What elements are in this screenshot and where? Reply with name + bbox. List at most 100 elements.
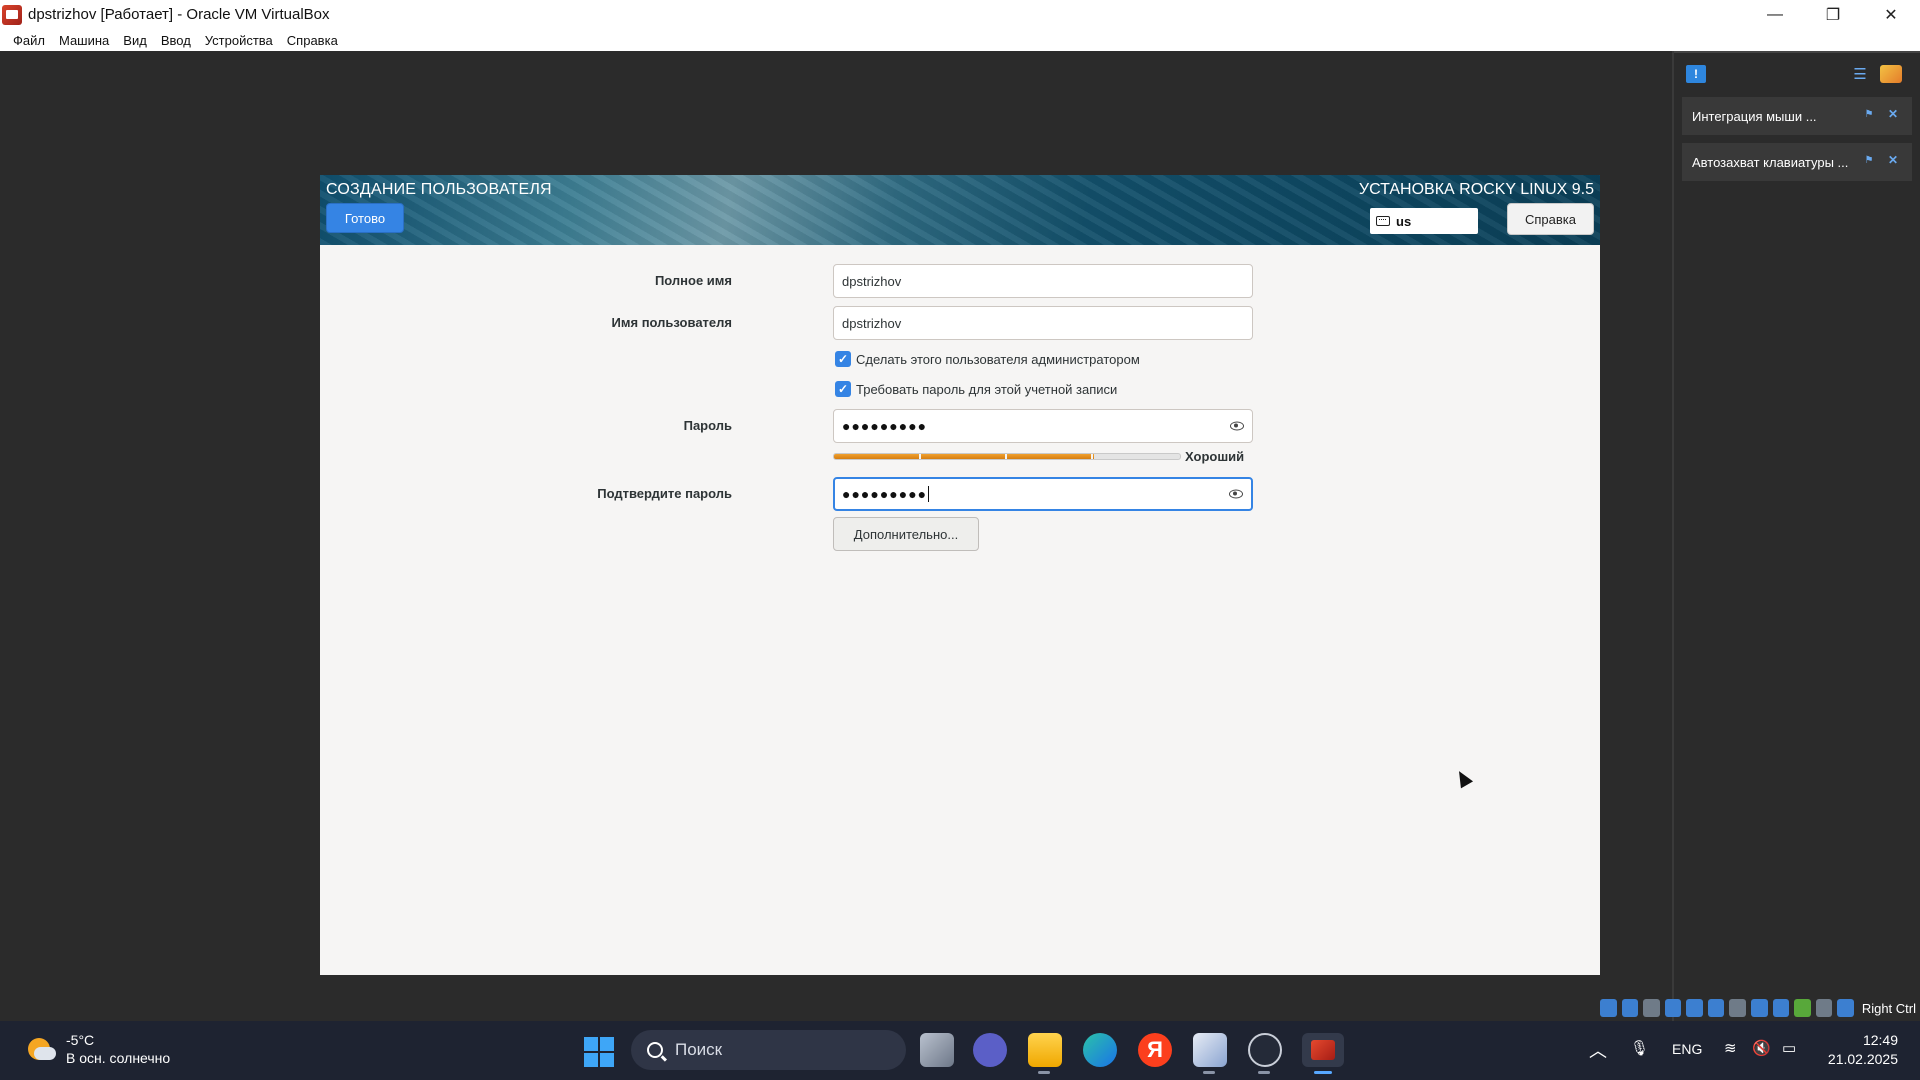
password-field[interactable]: ●●●●●●●●● bbox=[833, 409, 1253, 443]
weather-widget[interactable]: -5°C В осн. солнечно bbox=[26, 1031, 170, 1067]
app-running-indicator bbox=[1258, 1071, 1270, 1074]
menu-help[interactable]: Справка bbox=[280, 33, 345, 48]
keyboard-capture-icon[interactable] bbox=[1837, 999, 1854, 1017]
cpu-activity-icon[interactable] bbox=[1794, 999, 1811, 1017]
notification-icon[interactable]: ! bbox=[1686, 65, 1706, 83]
pin-icon[interactable]: ⚑ bbox=[1864, 155, 1874, 166]
virtualbox-vm-icon[interactable] bbox=[1302, 1033, 1344, 1067]
file-explorer-icon[interactable] bbox=[1028, 1033, 1062, 1067]
edge-icon[interactable] bbox=[1083, 1033, 1117, 1067]
menu-bar: Файл Машина Вид Ввод Устройства Справка bbox=[0, 29, 1920, 51]
virtualbox-manager-icon[interactable] bbox=[1193, 1033, 1227, 1067]
fullname-label: Полное имя bbox=[654, 273, 732, 288]
advanced-button[interactable]: Дополнительно... bbox=[833, 517, 979, 551]
fullname-field[interactable]: dpstrizhov bbox=[833, 264, 1253, 298]
password-strength-fill bbox=[834, 454, 1094, 459]
hard-disk-icon[interactable] bbox=[1600, 999, 1617, 1017]
help-button[interactable]: Справка bbox=[1507, 203, 1594, 235]
network-icon[interactable] bbox=[1664, 999, 1682, 1017]
close-icon[interactable]: ✕ bbox=[1888, 153, 1898, 167]
installer-header: СОЗДАНИЕ ПОЛЬЗОВАТЕЛЯ Готово УСТАНОВКА R… bbox=[320, 175, 1600, 245]
search-icon bbox=[647, 1042, 663, 1058]
password-strength-label: Хороший bbox=[1185, 449, 1245, 464]
admin-checkbox-label: Сделать этого пользователя администратор… bbox=[856, 351, 1140, 367]
yandex-browser-icon[interactable]: Я bbox=[1138, 1033, 1172, 1067]
window-titlebar[interactable]: dpstrizhov [Работает] - Oracle VM Virtua… bbox=[0, 0, 1920, 29]
fullname-value: dpstrizhov bbox=[842, 273, 902, 289]
notification-text: Интеграция мыши ... bbox=[1692, 108, 1817, 124]
pin-icon[interactable]: ⚑ bbox=[1864, 109, 1874, 120]
vm-status-bar: Right Ctrl bbox=[1600, 996, 1920, 1020]
teams-icon[interactable] bbox=[973, 1033, 1007, 1067]
menu-input[interactable]: Ввод bbox=[154, 33, 198, 48]
show-confirm-password-icon[interactable] bbox=[1229, 489, 1243, 499]
taskbar-search[interactable]: Поиск bbox=[631, 1030, 906, 1070]
volume-muted-icon[interactable]: 🔇 bbox=[1752, 1039, 1771, 1057]
clock-time: 12:49 bbox=[1862, 1032, 1898, 1048]
confirm-password-label: Подтвердите пароль bbox=[597, 486, 732, 501]
product-title: УСТАНОВКА ROCKY LINUX 9.5 bbox=[1358, 181, 1594, 198]
require-password-label: Требовать пароль для этой учетной записи bbox=[856, 381, 1118, 397]
done-button[interactable]: Готово bbox=[326, 203, 404, 233]
clear-all-icon[interactable] bbox=[1880, 65, 1902, 83]
sort-icon[interactable]: ☰ bbox=[1850, 65, 1870, 83]
close-button[interactable]: ✕ bbox=[1862, 0, 1920, 29]
clock-date: 21.02.2025 bbox=[1827, 1051, 1898, 1067]
usb-icon[interactable] bbox=[1686, 999, 1703, 1017]
keyboard-layout-label: us bbox=[1396, 213, 1412, 229]
notification-item[interactable]: Автозахват клавиатуры ... ⚑ ✕ bbox=[1682, 143, 1912, 181]
menu-view[interactable]: Вид bbox=[116, 33, 154, 48]
window-controls: — ❐ ✕ bbox=[1746, 0, 1920, 29]
vm-display[interactable]: СОЗДАНИЕ ПОЛЬЗОВАТЕЛЯ Готово УСТАНОВКА R… bbox=[0, 51, 1672, 1021]
weather-temperature: -5°C bbox=[66, 1032, 95, 1048]
require-password-checkbox[interactable]: ✓ bbox=[835, 381, 851, 397]
notification-text: Автозахват клавиатуры ... bbox=[1692, 154, 1849, 170]
battery-icon[interactable]: ▭ bbox=[1782, 1039, 1796, 1057]
task-view-icon[interactable] bbox=[920, 1033, 954, 1067]
wifi-icon[interactable]: ≋ bbox=[1724, 1039, 1737, 1057]
display-icon[interactable] bbox=[1729, 999, 1746, 1017]
username-value: dpstrizhov bbox=[842, 315, 902, 331]
password-label: Пароль bbox=[683, 418, 732, 433]
admin-checkbox-row[interactable]: ✓ Сделать этого пользователя администрат… bbox=[835, 351, 1140, 367]
strength-divider bbox=[1005, 454, 1007, 459]
confirm-password-field[interactable]: ●●●●●●●●● bbox=[833, 477, 1253, 511]
keyboard-layout-indicator[interactable]: us bbox=[1370, 208, 1478, 234]
installer-window: СОЗДАНИЕ ПОЛЬЗОВАТЕЛЯ Готово УСТАНОВКА R… bbox=[320, 175, 1600, 975]
recording-icon[interactable] bbox=[1751, 999, 1768, 1017]
require-password-checkbox-row[interactable]: ✓ Требовать пароль для этой учетной запи… bbox=[835, 381, 1117, 397]
notification-toolbar: ! ☰ bbox=[1674, 51, 1920, 93]
menu-file[interactable]: Файл bbox=[6, 33, 52, 48]
optical-drive-icon[interactable] bbox=[1621, 999, 1639, 1017]
notification-item[interactable]: Интеграция мыши ... ⚑ ✕ bbox=[1682, 97, 1912, 135]
strength-divider bbox=[1091, 454, 1093, 459]
app-active-indicator bbox=[1314, 1071, 1332, 1074]
start-button[interactable] bbox=[584, 1037, 614, 1067]
language-indicator[interactable]: ENG bbox=[1672, 1041, 1702, 1057]
admin-checkbox[interactable]: ✓ bbox=[835, 351, 851, 367]
search-placeholder: Поиск bbox=[675, 1040, 723, 1059]
notification-center: ! ☰ Интеграция мыши ... ⚑ ✕ Автозахват к… bbox=[1672, 51, 1920, 1021]
username-label: Имя пользователя bbox=[611, 315, 732, 330]
microphone-icon[interactable]: 🎙 bbox=[1630, 1039, 1649, 1057]
restore-button[interactable]: ❐ bbox=[1804, 0, 1862, 29]
audio-icon[interactable] bbox=[1643, 999, 1660, 1017]
mouse-integration-icon[interactable] bbox=[1815, 999, 1833, 1017]
shared-folders-icon[interactable] bbox=[1707, 999, 1725, 1017]
capture-icon[interactable] bbox=[1772, 999, 1790, 1017]
username-field[interactable]: dpstrizhov bbox=[833, 306, 1253, 340]
close-icon[interactable]: ✕ bbox=[1888, 107, 1898, 121]
window-title: dpstrizhov [Работает] - Oracle VM Virtua… bbox=[28, 6, 330, 23]
menu-machine[interactable]: Машина bbox=[52, 33, 116, 48]
confirm-password-value: ●●●●●●●●● bbox=[842, 486, 928, 502]
minimize-button[interactable]: — bbox=[1746, 0, 1804, 29]
show-password-icon[interactable] bbox=[1230, 421, 1244, 431]
host-key-label: Right Ctrl bbox=[1861, 1000, 1916, 1016]
weather-description: В осн. солнечно bbox=[66, 1050, 171, 1066]
system-clock[interactable]: 12:49 21.02.2025 bbox=[1828, 1031, 1898, 1069]
app-running-indicator bbox=[1038, 1071, 1050, 1074]
menu-devices[interactable]: Устройства bbox=[198, 33, 280, 48]
browser-icon[interactable] bbox=[1248, 1033, 1282, 1067]
show-hidden-icons-icon[interactable]: ︿ bbox=[1589, 1037, 1607, 1063]
app-running-indicator bbox=[1203, 1071, 1215, 1074]
